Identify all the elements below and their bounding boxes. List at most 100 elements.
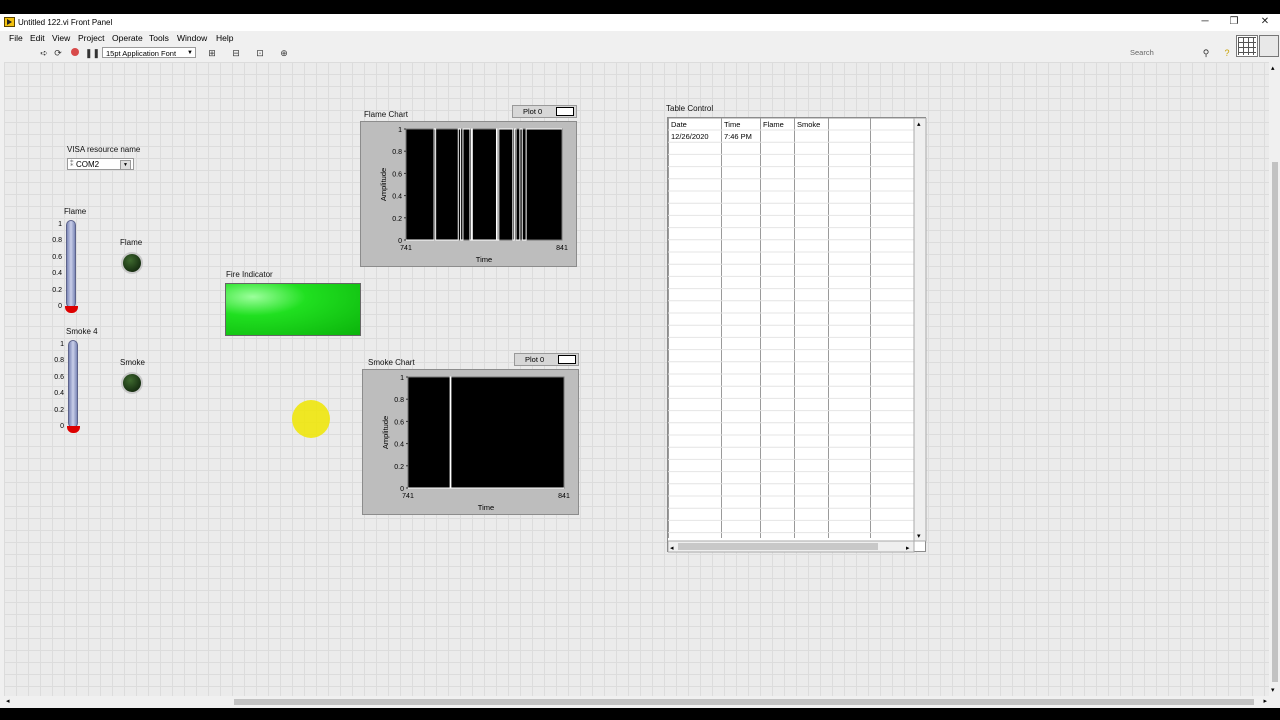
menu-window[interactable]: Window xyxy=(177,33,207,43)
flame-y-tick-label: 0 xyxy=(398,238,402,245)
scroll-left-icon[interactable]: ◂ xyxy=(6,697,10,705)
flame-tick: 0.4 xyxy=(52,270,62,277)
visa-resource-control[interactable]: ⁑ COM2 ▼ xyxy=(67,158,134,170)
smoke-y-tick-label: 0.4 xyxy=(394,442,404,449)
mouse-cursor-highlight xyxy=(292,400,330,438)
table-control[interactable]: Date Time Flame Smoke 12/26/2020 7:46 PM ▴ ▾ ◂ ▸ xyxy=(667,117,927,553)
minimize-icon[interactable]: ─ xyxy=(1194,16,1216,28)
flame-chart-legend[interactable]: Plot 0 xyxy=(512,105,577,118)
smoke-chart-title: Smoke Chart xyxy=(368,358,415,367)
horizontal-scroll-thumb[interactable] xyxy=(234,699,1254,705)
search-input[interactable]: Search xyxy=(1121,47,1213,59)
visa-icon: ⁑ xyxy=(70,161,74,168)
smoke-y-tick-label: 0.2 xyxy=(394,464,404,471)
search-placeholder: Search xyxy=(1130,48,1154,57)
distribute-objects-icon[interactable]: ⊟ xyxy=(229,48,243,58)
smoke-y-tick-label: 0 xyxy=(400,486,404,493)
table-control-label: Table Control xyxy=(666,104,714,113)
front-panel-canvas xyxy=(4,62,1269,696)
flame-x-tick-label: 741 xyxy=(400,245,412,252)
flame-chart-title: Flame Chart xyxy=(364,110,409,119)
align-objects-icon[interactable]: ⊞ xyxy=(205,48,219,58)
font-select[interactable]: 15pt Application Font ▼ xyxy=(102,47,196,58)
smoke-led-label: Smoke xyxy=(120,358,145,367)
smoke-y-tick-label: 0.8 xyxy=(394,397,404,404)
close-icon[interactable]: ✕ xyxy=(1254,16,1276,28)
table-cell: 7:46 PM xyxy=(724,132,752,141)
table-header-row xyxy=(668,118,915,131)
restore-icon[interactable]: ❐ xyxy=(1223,16,1245,28)
help-icon[interactable]: ? xyxy=(1222,48,1232,58)
vertical-scrollbar[interactable]: ▴ ▾ xyxy=(1269,62,1280,696)
reorder-icon[interactable]: ⊕ xyxy=(277,48,291,58)
flame-tick: 0.2 xyxy=(52,287,62,294)
horizontal-scrollbar[interactable]: ◂ ▸ xyxy=(4,696,1269,708)
smoke-tank-tube xyxy=(68,340,78,428)
menu-edit[interactable]: Edit xyxy=(30,33,45,43)
labview-vi-icon xyxy=(4,17,15,27)
flame-chart[interactable]: 1 0.8 0.6 0.4 0.2 0 741 841 Time Amplitude xyxy=(360,121,577,267)
scroll-down-icon: ▾ xyxy=(917,533,921,540)
table-header-cell: Time xyxy=(724,120,740,129)
scroll-down-icon[interactable]: ▾ xyxy=(1271,686,1275,694)
menu-view[interactable]: View xyxy=(52,33,70,43)
smoke-y-axis-label: Amplitude xyxy=(381,416,390,449)
chevron-down-icon: ▼ xyxy=(187,50,193,56)
chevron-down-icon[interactable]: ▼ xyxy=(120,160,131,170)
table-cell: 12/26/2020 xyxy=(671,132,709,141)
menu-tools[interactable]: Tools xyxy=(149,33,169,43)
table-header-cell: Smoke xyxy=(797,120,820,129)
flame-legend-label: Plot 0 xyxy=(523,107,543,116)
visa-value: COM2 xyxy=(76,160,100,169)
flame-x-axis-label: Time xyxy=(476,255,492,264)
table-header-cell: Date xyxy=(671,120,687,129)
vertical-scroll-thumb[interactable] xyxy=(1272,162,1278,682)
flame-led-label: Flame xyxy=(120,238,143,247)
run-continuously-icon[interactable]: ⟳ xyxy=(53,48,63,58)
scroll-right-icon[interactable]: ▸ xyxy=(1263,697,1267,705)
resize-objects-icon[interactable]: ⊡ xyxy=(253,48,267,58)
smoke-x-tick-label: 841 xyxy=(558,493,570,500)
smoke-chart-legend[interactable]: Plot 0 xyxy=(514,353,579,366)
scroll-right-icon: ▸ xyxy=(906,545,910,552)
smoke-tick: 0.8 xyxy=(54,357,64,364)
menu-help[interactable]: Help xyxy=(216,33,233,43)
flame-tick: 0.8 xyxy=(52,237,62,244)
flame-y-tick-label: 0.6 xyxy=(392,171,402,178)
smoke-chart-svg: 1 0.8 0.6 0.4 0.2 0741 841 Time Amplitude xyxy=(381,375,570,512)
smoke-led[interactable] xyxy=(121,372,143,394)
table-header-cell: Flame xyxy=(763,120,784,129)
table-horizontal-scroll-thumb xyxy=(678,543,878,550)
abort-icon[interactable] xyxy=(70,48,80,58)
visa-label: VISA resource name xyxy=(67,145,141,154)
flame-y-tick-label: 0.2 xyxy=(392,216,402,223)
smoke-tick: 0.2 xyxy=(54,407,64,414)
scroll-up-icon: ▴ xyxy=(917,121,921,128)
flame-chart-svg: 1 0.8 0.6 0.4 0.2 0741 841 Time Amplitude xyxy=(379,127,568,264)
search-icon[interactable]: ⚲ xyxy=(1201,48,1211,58)
fire-indicator-led[interactable] xyxy=(225,283,361,336)
flame-tick: 0.6 xyxy=(52,254,62,261)
scroll-up-icon[interactable]: ▴ xyxy=(1271,64,1275,72)
smoke-tick: 1 xyxy=(60,341,64,348)
smoke-tick: 0 xyxy=(60,423,64,430)
table-vertical-scrollbar xyxy=(913,118,927,542)
smoke-tick: 0.6 xyxy=(54,374,64,381)
flame-led[interactable] xyxy=(121,252,143,274)
font-select-value: 15pt Application Font xyxy=(106,49,177,58)
smoke-tick: 0.4 xyxy=(54,390,64,397)
flame-y-tick-label: 0.4 xyxy=(392,194,402,201)
smoke-x-axis-label: Time xyxy=(478,503,494,512)
menu-file[interactable]: File xyxy=(9,33,23,43)
flame-x-tick-label: 841 xyxy=(556,245,568,252)
pause-icon[interactable]: ❚❚ xyxy=(85,48,100,58)
flame-tank-label: Flame xyxy=(64,207,87,216)
table-grid: Date Time Flame Smoke 12/26/2020 7:46 PM ▴ ▾ ◂ ▸ xyxy=(668,118,927,553)
run-arrow-icon[interactable]: ➪ xyxy=(39,48,49,58)
connector-pane-icon[interactable] xyxy=(1236,35,1258,57)
menu-operate[interactable]: Operate xyxy=(112,33,143,43)
smoke-chart[interactable]: 1 0.8 0.6 0.4 0.2 0 741 841 Time Amplitude xyxy=(362,369,579,515)
fire-indicator-label: Fire Indicator xyxy=(226,270,273,279)
vi-icon[interactable] xyxy=(1259,35,1279,57)
menu-project[interactable]: Project xyxy=(78,33,104,43)
